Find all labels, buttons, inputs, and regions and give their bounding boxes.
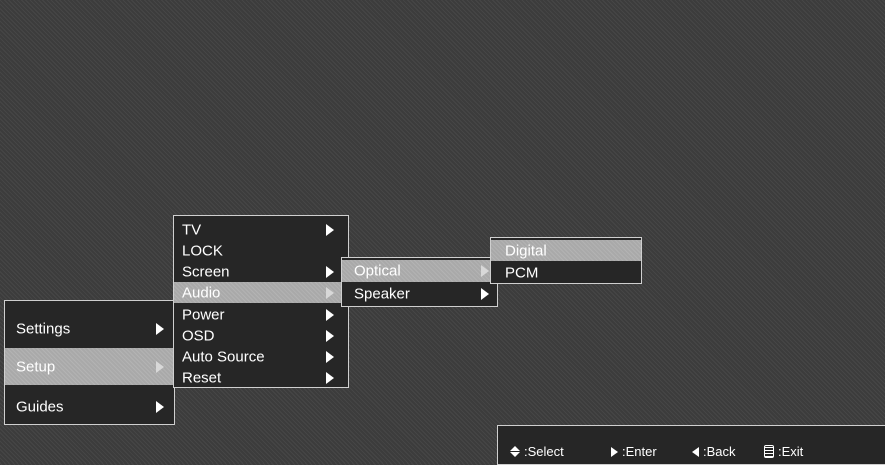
menu-item-pcm[interactable]: PCM [491, 262, 641, 283]
submenu-arrow-icon [326, 223, 334, 236]
submenu-arrow-icon [156, 360, 164, 373]
help-enter-label: :Enter [622, 444, 657, 459]
menu-item-label: Reset [182, 369, 222, 386]
left-arrow-icon [692, 446, 699, 457]
menu-item-screen[interactable]: Screen [174, 261, 348, 282]
menu-item-label: Auto Source [182, 348, 265, 365]
menu-item-tv[interactable]: TV [174, 219, 348, 240]
help-exit: :Exit [764, 444, 803, 459]
menu-item-label: Speaker [354, 285, 410, 303]
menu-item-lock[interactable]: LOCK [174, 240, 348, 261]
menu-item-label: Power [182, 306, 225, 323]
submenu-arrow-icon [326, 286, 334, 299]
menu-item-label: Audio [182, 284, 221, 301]
help-back-label: :Back [703, 444, 736, 459]
menu-item-digital[interactable]: Digital [491, 240, 641, 261]
menu-item-label: Setup [16, 358, 56, 375]
submenu-arrow-icon [326, 265, 334, 278]
menu-item-label: LOCK [182, 242, 223, 259]
submenu-arrow-icon [326, 371, 334, 384]
menu-item-optical[interactable]: Optical [342, 260, 497, 282]
setup-submenu: TV LOCK Screen Audio Power OSD Auto Sour… [173, 215, 349, 388]
menu-item-label: TV [182, 221, 202, 238]
menu-item-label: PCM [505, 264, 539, 281]
submenu-arrow-icon [326, 329, 334, 342]
right-arrow-icon [611, 446, 618, 457]
help-back: :Back [692, 444, 736, 459]
main-menu: Settings Setup Guides [4, 300, 175, 425]
up-down-arrows-icon [510, 446, 520, 457]
menu-item-settings[interactable]: Settings [5, 311, 174, 347]
menu-item-reset[interactable]: Reset [174, 367, 348, 388]
help-exit-label: :Exit [778, 444, 804, 459]
help-enter: :Enter [611, 444, 657, 459]
help-select-label: :Select [524, 444, 564, 459]
optical-submenu: Digital PCM [490, 237, 642, 284]
menu-item-label: Screen [182, 263, 230, 280]
submenu-arrow-icon [481, 265, 489, 277]
help-select: :Select [510, 444, 564, 459]
submenu-arrow-icon [481, 288, 489, 300]
menu-item-label: Digital [505, 242, 547, 259]
menu-item-setup[interactable]: Setup [5, 348, 174, 385]
help-bar: :Select :Enter :Back :Exit [497, 425, 885, 465]
menu-item-auto-source[interactable]: Auto Source [174, 346, 348, 367]
menu-item-label: Settings [16, 320, 71, 338]
submenu-arrow-icon [326, 350, 334, 363]
menu-item-osd[interactable]: OSD [174, 325, 348, 346]
submenu-arrow-icon [326, 308, 334, 321]
menu-item-speaker[interactable]: Speaker [342, 283, 497, 305]
menu-item-label: Optical [354, 262, 401, 280]
menu-item-guides[interactable]: Guides [5, 389, 174, 425]
menu-item-audio[interactable]: Audio [174, 282, 348, 303]
menu-item-label: OSD [182, 327, 215, 344]
menu-item-power[interactable]: Power [174, 304, 348, 325]
menu-list-icon [764, 445, 774, 458]
submenu-arrow-icon [156, 401, 164, 413]
audio-submenu: Optical Speaker [341, 257, 498, 307]
submenu-arrow-icon [156, 323, 164, 335]
menu-item-label: Guides [16, 398, 64, 416]
